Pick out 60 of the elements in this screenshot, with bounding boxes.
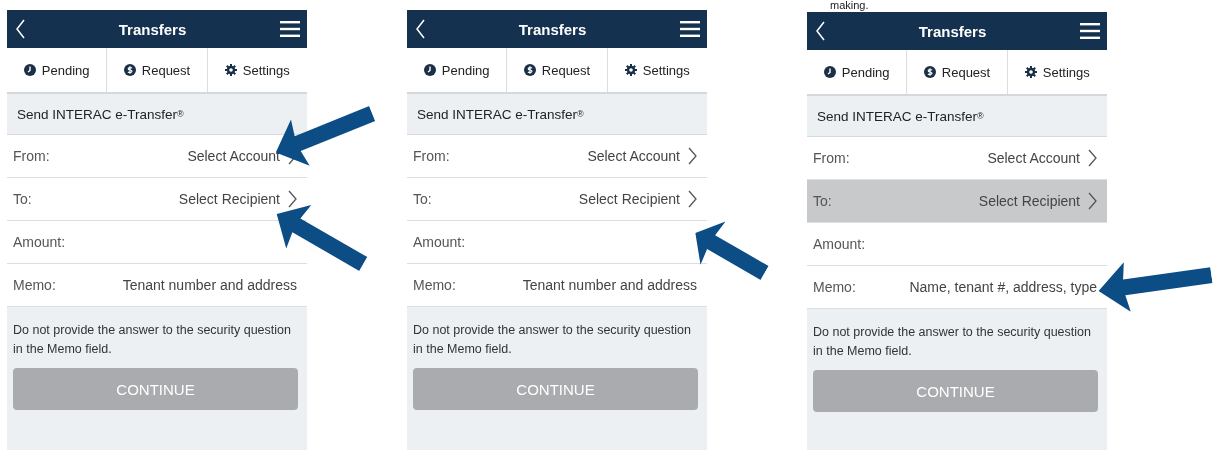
menu-icon[interactable] — [280, 21, 300, 37]
field-value: Tenant number and address — [122, 277, 297, 293]
form-row[interactable]: From: Select Account — [407, 135, 707, 178]
coin-icon — [523, 64, 536, 76]
select-value: Select Recipient — [178, 191, 280, 207]
chevron-icon — [688, 147, 697, 165]
field-value: Tenant number and address — [522, 277, 697, 293]
clock-icon — [423, 64, 436, 76]
form-row[interactable]: From: Select Account — [7, 135, 307, 178]
field-label: From: — [813, 150, 851, 166]
menu-icon[interactable] — [1080, 23, 1100, 39]
screen-title: Transfers — [918, 22, 987, 40]
form-row[interactable]: From: Select Account — [807, 137, 1107, 180]
chevron-icon — [1088, 149, 1097, 167]
form-row[interactable]: Memo: Name, tenant #, address, type — [807, 266, 1107, 309]
select-value: Select Recipient — [578, 191, 680, 207]
select-value: Select Account — [987, 150, 1080, 166]
warning-text: Do not provide the answer to the security question in the Memo field. — [13, 322, 292, 358]
field-label: Amount: — [13, 234, 67, 250]
warning-text: Do not provide the answer to the security question in the Memo field. — [413, 322, 692, 358]
form-row[interactable]: Memo: Tenant number and address — [7, 264, 307, 307]
form-row[interactable]: To: Select Recipient — [407, 178, 707, 221]
menu-icon[interactable] — [680, 21, 700, 37]
back-icon[interactable] — [415, 18, 425, 40]
form-row[interactable]: Amount: — [7, 221, 307, 264]
caption-text: making. — [830, 0, 869, 11]
gear-icon — [1024, 66, 1037, 78]
clock-icon — [23, 64, 36, 76]
coin-icon — [923, 66, 936, 78]
back-icon[interactable] — [15, 18, 25, 40]
field-label: To: — [13, 191, 33, 207]
warning-text: Do not provide the answer to the security question in the Memo field. — [813, 324, 1092, 360]
chevron-icon — [1088, 192, 1097, 210]
field-label: To: — [813, 193, 833, 209]
screen-title: Transfers — [518, 20, 587, 38]
field-label: From: — [13, 148, 51, 164]
form-row[interactable]: Memo: Tenant number and address — [407, 264, 707, 307]
field-label: Amount: — [413, 234, 467, 250]
form-row[interactable]: To: Select Recipient — [7, 178, 307, 221]
field-value: Name, tenant #, address, type — [909, 279, 1097, 295]
form-row[interactable]: Amount: — [407, 221, 707, 264]
chevron-icon — [688, 190, 697, 208]
select-value: Select Account — [187, 148, 280, 164]
chevron-icon — [288, 190, 297, 208]
field-label: Memo: — [13, 277, 57, 293]
gear-icon — [224, 64, 237, 76]
field-label: Memo: — [813, 279, 857, 295]
clock-icon — [823, 66, 836, 78]
form-row[interactable]: Amount: — [807, 223, 1107, 266]
coin-icon — [123, 64, 136, 76]
form-row[interactable]: To: Select Recipient — [807, 180, 1107, 223]
screen-title: Transfers — [118, 20, 187, 38]
field-label: From: — [413, 148, 451, 164]
back-icon[interactable] — [815, 20, 825, 42]
field-label: Memo: — [413, 277, 457, 293]
field-label: Amount: — [813, 236, 867, 252]
field-label: To: — [413, 191, 433, 207]
select-value: Select Recipient — [978, 193, 1080, 209]
gear-icon — [624, 64, 637, 76]
select-value: Select Account — [587, 148, 680, 164]
